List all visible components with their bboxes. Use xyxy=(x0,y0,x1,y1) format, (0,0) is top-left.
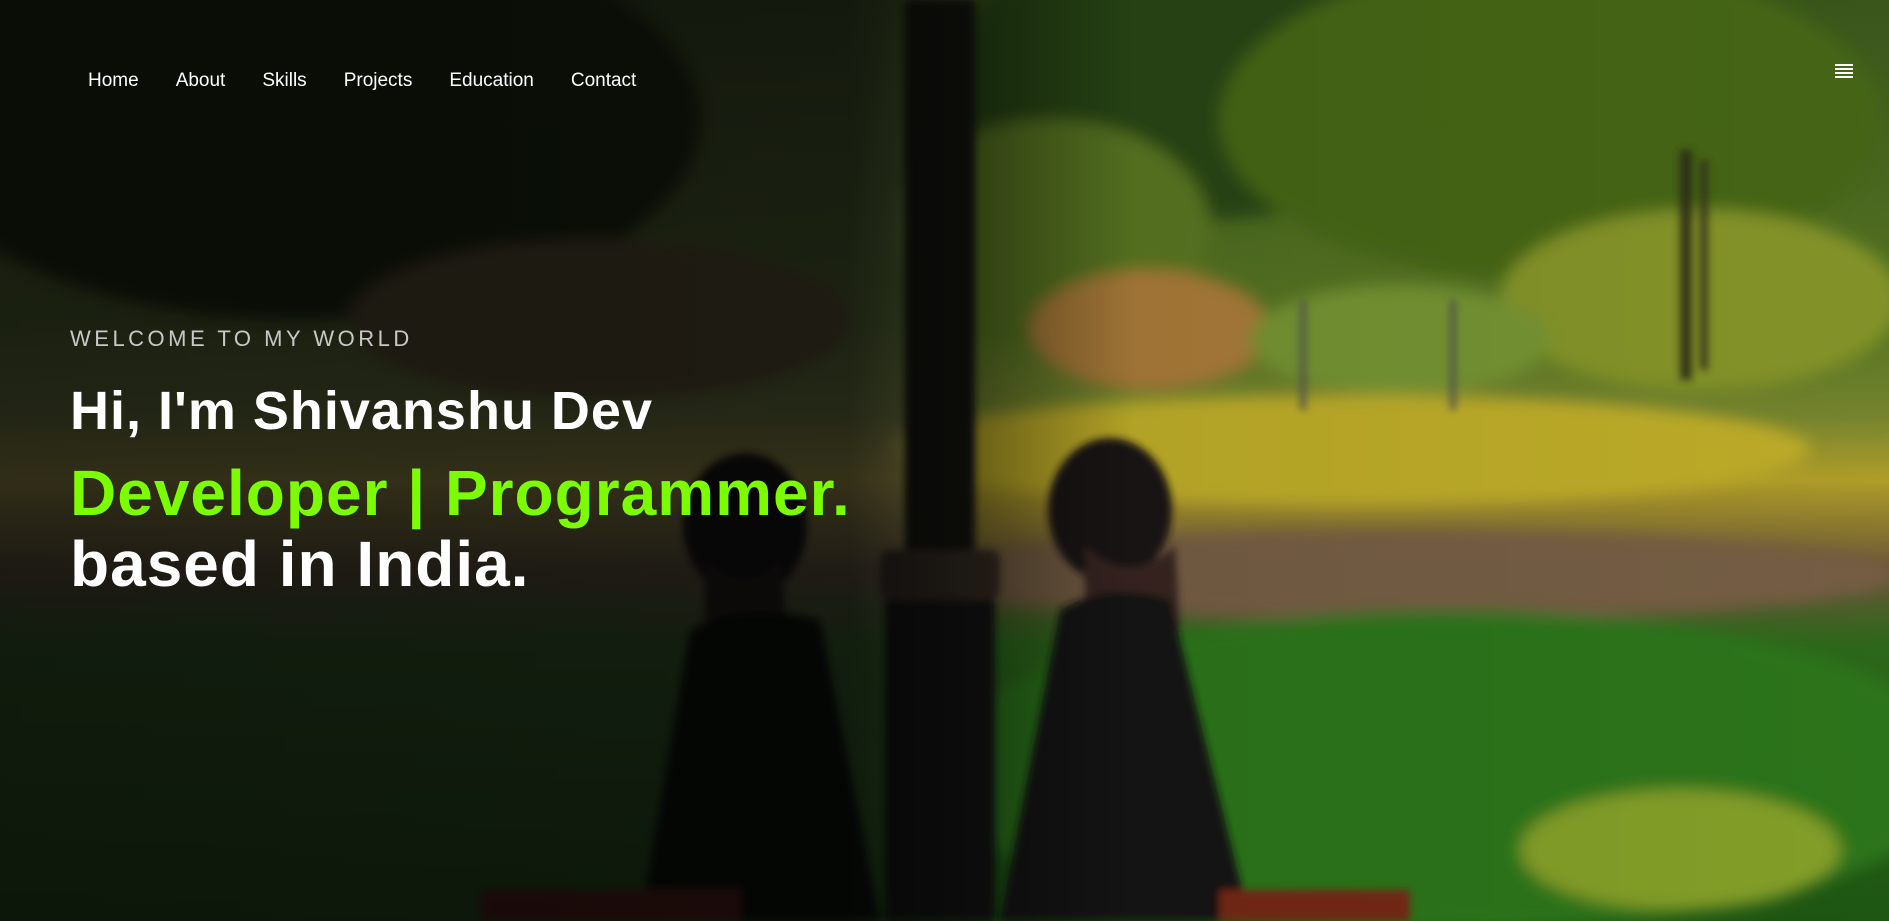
main-navigation: Home About Skills Projects Education Con… xyxy=(88,70,636,92)
nav-link-about[interactable]: About xyxy=(176,70,226,92)
menu-bar xyxy=(1835,64,1853,66)
nav-link-home[interactable]: Home xyxy=(88,70,139,92)
nav-link-contact[interactable]: Contact xyxy=(571,70,636,92)
menu-bar xyxy=(1835,68,1853,70)
nav-link-projects[interactable]: Projects xyxy=(344,70,413,92)
menu-bar xyxy=(1835,72,1853,74)
menu-bar xyxy=(1835,76,1853,78)
hero-headline: Hi, I'm Shivanshu Dev xyxy=(70,381,653,441)
hamburger-menu-icon[interactable] xyxy=(1833,62,1855,84)
nav-link-skills[interactable]: Skills xyxy=(262,70,306,92)
hero-location: based in India. xyxy=(70,528,530,601)
hero-section: Home About Skills Projects Education Con… xyxy=(0,0,1889,921)
hero-intro: WELCOME TO MY WORLD Hi, I'm Shivanshu De… xyxy=(70,326,851,598)
hero-roles: Developer | Programmer. xyxy=(70,457,851,529)
nav-link-education[interactable]: Education xyxy=(449,70,534,92)
welcome-eyebrow: WELCOME TO MY WORLD xyxy=(70,326,413,351)
